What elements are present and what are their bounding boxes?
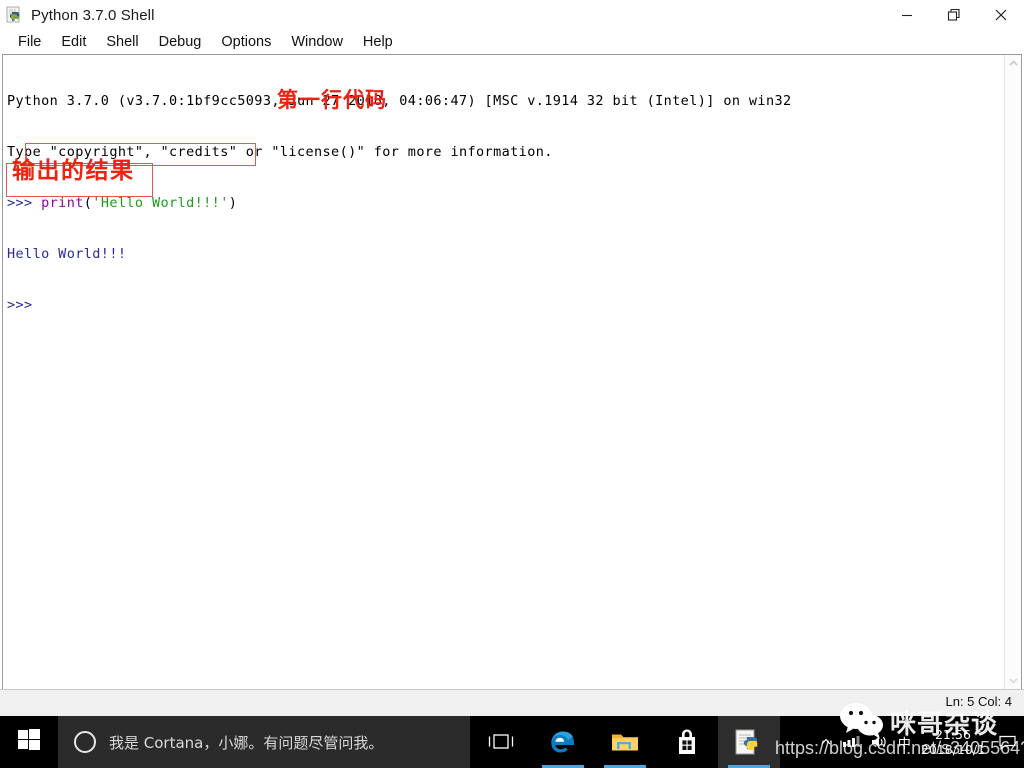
shell-banner-line-1: Python 3.7.0 (v3.7.0:1bf9cc5093, Jun 27 … bbox=[7, 93, 792, 109]
menu-item-edit[interactable]: Edit bbox=[51, 31, 96, 54]
menu-item-help[interactable]: Help bbox=[353, 31, 403, 54]
python-idle-window: Python 3.7.0 Shell File Edit Shell Debug… bbox=[0, 0, 1024, 716]
menu-bar: File Edit Shell Debug Options Window Hel… bbox=[0, 30, 1024, 54]
window-title: Python 3.7.0 Shell bbox=[31, 6, 155, 24]
task-view-icon[interactable] bbox=[470, 716, 532, 768]
shell-command-function: print bbox=[41, 195, 84, 211]
action-center-icon[interactable] bbox=[999, 735, 1016, 750]
system-tray: 中 21:56 2018/10/1 bbox=[780, 716, 1024, 768]
menu-item-window[interactable]: Window bbox=[281, 31, 353, 54]
network-icon[interactable] bbox=[842, 734, 860, 750]
input-method-icon[interactable]: 中 bbox=[898, 733, 911, 752]
shell-command-line: >>> print('Hello World!!!') bbox=[7, 195, 1004, 212]
start-button[interactable] bbox=[0, 716, 58, 768]
close-button[interactable] bbox=[977, 0, 1024, 30]
windows-taskbar: 我是 Cortana，小娜。有问题尽管问我。 中 21:56 2018/10/1 bbox=[0, 716, 1024, 768]
clock-date: 2018/10/1 bbox=[920, 742, 985, 757]
menu-item-options[interactable]: Options bbox=[211, 31, 281, 54]
shell-final-prompt: >>> bbox=[7, 297, 33, 313]
show-hidden-icons-icon[interactable] bbox=[820, 736, 832, 748]
shell-banner-line-2: Type "copyright", "credits" or "license(… bbox=[7, 144, 553, 160]
minimize-button[interactable] bbox=[883, 0, 930, 30]
cortana-placeholder-label: 我是 Cortana，小娜。有问题尽管问我。 bbox=[109, 733, 384, 752]
annotation-label-code: 第一行代码 bbox=[277, 88, 387, 112]
shell-prompt: >>> bbox=[7, 195, 33, 211]
annotation-label-output: 输出的结果 bbox=[12, 158, 135, 184]
shell-output-line: Hello World!!! bbox=[7, 246, 127, 262]
windows-logo-icon bbox=[18, 728, 40, 756]
chevron-up-icon[interactable] bbox=[1005, 55, 1021, 72]
cursor-position-label: Ln: 5 Col: 4 bbox=[945, 694, 1013, 709]
cortana-search-box[interactable]: 我是 Cortana，小娜。有问题尽管问我。 bbox=[58, 716, 470, 768]
file-explorer-icon[interactable] bbox=[594, 716, 656, 768]
shell-text-output[interactable]: Python 3.7.0 (v3.7.0:1bf9cc5093, Jun 27 … bbox=[3, 55, 1004, 689]
window-controls bbox=[883, 0, 1024, 30]
microsoft-store-icon[interactable] bbox=[656, 716, 718, 768]
shell-command-close-paren: ) bbox=[228, 195, 238, 211]
shell-scrollbar[interactable] bbox=[1004, 55, 1021, 689]
clock-time: 21:56 bbox=[934, 727, 971, 742]
taskbar-clock[interactable]: 21:56 2018/10/1 bbox=[921, 727, 989, 757]
shell-command-string: 'Hello World!!!' bbox=[92, 195, 229, 211]
edge-browser-icon[interactable] bbox=[532, 716, 594, 768]
cortana-circle-icon bbox=[74, 731, 96, 753]
restore-button[interactable] bbox=[930, 0, 977, 30]
python-idle-icon[interactable] bbox=[718, 716, 780, 768]
menu-item-shell[interactable]: Shell bbox=[96, 31, 148, 54]
shell-area: Python 3.7.0 (v3.7.0:1bf9cc5093, Jun 27 … bbox=[2, 54, 1022, 689]
volume-icon[interactable] bbox=[870, 734, 888, 750]
python-idle-icon bbox=[6, 6, 24, 24]
chevron-down-icon[interactable] bbox=[1005, 672, 1021, 689]
menu-item-debug[interactable]: Debug bbox=[149, 31, 212, 54]
title-bar: Python 3.7.0 Shell bbox=[0, 0, 1024, 30]
menu-item-file[interactable]: File bbox=[8, 31, 51, 54]
status-bar: Ln: 5 Col: 4 bbox=[0, 689, 1024, 716]
